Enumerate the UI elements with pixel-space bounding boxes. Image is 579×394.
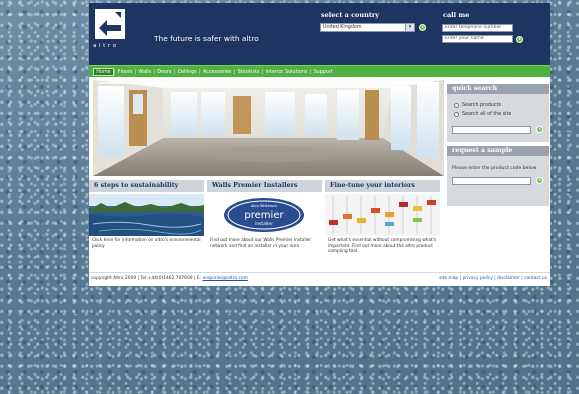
sample-code-input[interactable] [452, 177, 531, 185]
altro-logo-icon[interactable] [95, 9, 125, 59]
feature-title: 6 steps to sustainability [94, 182, 179, 189]
feature-premier-installers[interactable]: Walls Premier Installers Altro Whiterock… [207, 180, 322, 268]
country-select-value: United Kingdom [323, 25, 362, 30]
feature-fine-tune[interactable]: Fine-tune your interiors Get what's esse… [325, 180, 440, 268]
nav-item-floors[interactable]: Floors [115, 68, 134, 76]
quick-search-input[interactable] [452, 126, 531, 134]
footer-links: site map | privacy policy | disclaimer |… [439, 276, 547, 281]
quick-search-title-bar: quick search [447, 84, 549, 94]
radio-search-products[interactable] [454, 103, 459, 108]
country-select[interactable]: United Kingdom ▾ [320, 23, 415, 32]
nav-item-interior-solutions[interactable]: Interior Solutions [263, 68, 309, 76]
feature-title: Walls Premier Installers [212, 182, 298, 189]
footer-link-privacy-policy[interactable]: privacy policy [462, 276, 492, 281]
nav-item-doors[interactable]: Doors [155, 68, 174, 76]
main-nav: Home | Floors | Walls | Doors | Ceilings | Accesso… [89, 65, 550, 77]
site-header: altro The future is safer with altro sel… [89, 3, 550, 65]
feature-head: Fine-tune your interiors [325, 180, 440, 192]
nav-item-stockists[interactable]: Stockists [235, 68, 261, 76]
nav-item-support[interactable]: Support [311, 68, 335, 76]
feature-description: Get what's essential without compromisin… [328, 238, 437, 254]
color-sliders-image[interactable] [325, 194, 440, 236]
request-sample-title-bar: request a sample [447, 146, 549, 156]
call-me-title: call me [443, 11, 470, 19]
email-link[interactable]: enquiries@altro.com [202, 276, 247, 281]
footer-link-site-map[interactable]: site map [439, 276, 458, 281]
nav-item-home[interactable]: Home [93, 68, 114, 76]
nav-item-walls[interactable]: Walls [136, 68, 153, 76]
nav-item-accessories[interactable]: Accessories [201, 68, 234, 76]
badge-sub-text: installer [255, 221, 273, 227]
feature-title: Fine-tune your interiors [330, 182, 415, 189]
radio-label-site: Search all of the site [462, 112, 512, 117]
hero-room-image [93, 80, 444, 176]
request-sample-title: request a sample [452, 147, 513, 154]
telephone-input[interactable]: Enter telephone number [442, 24, 513, 32]
premier-installer-badge[interactable]: Altro Whiterock premier installer [207, 194, 322, 236]
feature-description: Find out more about our Walls Premier in… [210, 238, 312, 249]
footer-copyright: copyright Altro 2009 | Tel:+44(0)1462 70… [91, 276, 248, 281]
radio-label-products: Search products [462, 103, 501, 108]
logo-wordmark: altro [93, 43, 119, 49]
chevron-down-icon[interactable]: ▾ [405, 24, 414, 31]
sample-go-button[interactable] [536, 177, 543, 184]
badge-main-text: premier [244, 210, 284, 221]
feature-head: 6 steps to sustainability [89, 180, 204, 192]
feature-description: Click here for information on altro's en… [92, 238, 201, 249]
website-frame: altro The future is safer with altro sel… [89, 3, 550, 286]
request-sample-prompt: Please enter the product code below [452, 166, 537, 171]
nav-list: Home | Floors | Walls | Doors | Ceilings | Accesso… [93, 68, 335, 76]
feature-sustainability[interactable]: 6 steps to sustainability Click here for… [89, 180, 204, 268]
quick-search-title: quick search [452, 85, 498, 92]
tagline: The future is safer with altro [154, 34, 259, 43]
quick-search-panel: quick search Search products Search all … [447, 84, 549, 142]
call-me-go-button[interactable] [516, 36, 523, 43]
lake-image[interactable] [89, 194, 204, 236]
footer-link-contact-us[interactable]: contact us [524, 276, 547, 281]
copyright-text: copyright Altro 2009 | Tel:+44(0)1462 70… [91, 276, 202, 281]
footer-link-disclaimer[interactable]: disclaimer [497, 276, 520, 281]
select-country-title: select a country [321, 11, 380, 19]
radio-search-site[interactable] [454, 112, 459, 117]
quick-search-go-button[interactable] [536, 126, 543, 133]
request-sample-panel: request a sample Please enter the produc… [447, 146, 549, 206]
country-go-button[interactable] [419, 24, 426, 31]
site-footer: copyright Altro 2009 | Tel:+44(0)1462 70… [89, 272, 550, 286]
nav-item-ceilings[interactable]: Ceilings [175, 68, 199, 76]
feature-head: Walls Premier Installers [207, 180, 322, 192]
name-input[interactable]: Enter your name [442, 35, 513, 43]
badge-top-text: Altro Whiterock [251, 204, 277, 208]
